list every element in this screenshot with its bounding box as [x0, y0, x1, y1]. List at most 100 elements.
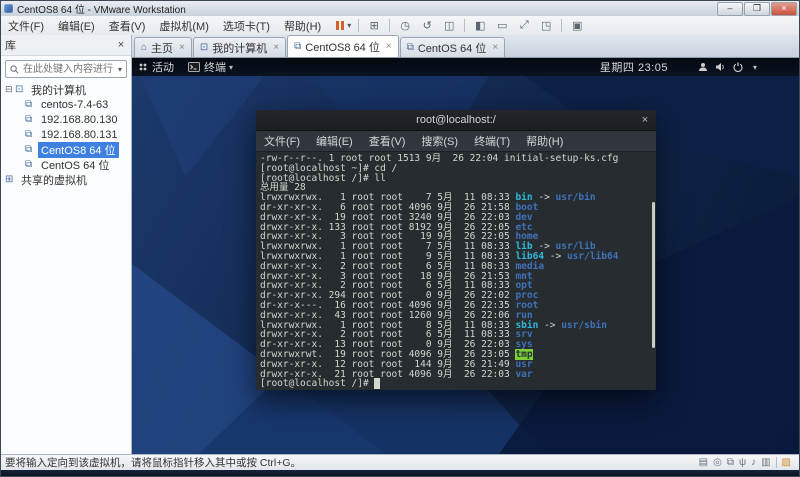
tab-my-computer[interactable]: ⊡ 我的计算机 ×	[192, 37, 287, 57]
expander-icon[interactable]: ⊟	[5, 84, 15, 95]
ctrl-alt-del-icon[interactable]: ⊞	[363, 18, 385, 33]
vm-icon: ⧉	[294, 41, 302, 52]
menu-file[interactable]: 文件(F)	[1, 16, 51, 36]
tab-label: CentOS 64 位	[417, 42, 487, 55]
tree-item-192-168-80-131[interactable]: ⧉ 192.168.80.131	[1, 127, 131, 142]
terminal-window[interactable]: root@localhost:/ × 文件(F) 编辑(E) 查看(V) 搜索(S) 终…	[256, 110, 656, 390]
terminal-close-icon[interactable]: ×	[634, 114, 656, 126]
terminal-line: [root@localhost /]#	[260, 378, 652, 390]
tab-close-icon[interactable]: ×	[386, 41, 392, 52]
terminal-titlebar[interactable]: root@localhost:/ ×	[256, 110, 656, 131]
sound-icon[interactable]: ♪	[751, 457, 756, 468]
terminal-text: [root@localhost /]#	[260, 378, 375, 390]
power-button[interactable]: ▾	[332, 18, 354, 33]
search-dropdown-icon[interactable]: ▾	[116, 65, 124, 74]
window-bottom-edge	[1, 470, 799, 476]
console-view-icon[interactable]: ▣	[566, 18, 588, 33]
window-title: CentOS8 64 位 - VMware Workstation	[17, 5, 186, 16]
minimize-button[interactable]: –	[717, 1, 743, 16]
terminal-menu-edit[interactable]: 编辑(E)	[308, 131, 361, 151]
terminal-menu-file[interactable]: 文件(F)	[256, 131, 308, 151]
menu-view[interactable]: 查看(V)	[102, 16, 153, 36]
show-thumbnails-icon[interactable]: ▭	[491, 18, 513, 33]
tree-item-label: CentOS8 64 位	[38, 141, 119, 158]
unity-icon[interactable]: ◳	[535, 18, 557, 33]
app-menu-label: 终端	[204, 62, 226, 74]
activities-button[interactable]: 活动	[138, 59, 174, 75]
tab-label: 主页	[151, 42, 174, 55]
terminal-text: var	[515, 368, 533, 380]
vmware-app-icon	[4, 4, 13, 13]
tree-item-centos-7-4-63[interactable]: ⧉ centos-7.4-63	[1, 97, 131, 112]
app-toolbar: ▾ ⊞ ◷ ↺ ◫ ◧ ▭ ⤢ ◳ ▣	[332, 18, 588, 33]
menu-vm[interactable]: 虚拟机(M)	[152, 16, 216, 36]
app-menu-terminal[interactable]: 终端 ▾	[188, 59, 233, 75]
tree-item-centos8-64[interactable]: ⧉ CentOS8 64 位	[1, 141, 131, 158]
vm-icon: ⧉	[25, 129, 33, 140]
usb-icon[interactable]: ψ	[739, 457, 746, 468]
volume-icon	[715, 63, 724, 71]
tree-item-label: 192.168.80.130	[41, 113, 118, 126]
hard-disk-icon[interactable]: ▤	[699, 457, 708, 468]
status-caret-icon: ▾	[752, 62, 757, 72]
tab-close-icon[interactable]: ×	[273, 42, 279, 53]
fullscreen-icon[interactable]: ⤢	[513, 18, 535, 33]
tab-home[interactable]: ⌂ 主页 ×	[134, 37, 192, 57]
show-library-icon[interactable]: ◧	[469, 18, 491, 33]
message-alert-icon[interactable]: ▨	[782, 457, 791, 468]
vm-console-screen[interactable]: 活动 终端 ▾ 星期四 23:05 ▾ root@localhost:/ × 文…	[132, 58, 799, 454]
tab-label: CentOS8 64 位	[305, 41, 380, 54]
close-button[interactable]: ×	[771, 1, 797, 16]
tree-item-shared-vms[interactable]: ⊞ 共享的虚拟机	[1, 172, 131, 187]
printer-icon[interactable]: ▥	[761, 457, 770, 468]
vm-icon: ⧉	[25, 159, 33, 170]
terminal-menu-terminal[interactable]: 终端(T)	[466, 131, 518, 151]
revert-snapshot-icon[interactable]: ↺	[416, 18, 438, 33]
terminal-menu-view[interactable]: 查看(V)	[361, 131, 414, 151]
menu-help[interactable]: 帮助(H)	[277, 16, 328, 36]
app-menubar-row: 文件(F) 编辑(E) 查看(V) 虚拟机(M) 选项卡(T) 帮助(H) ▾ ⊞ ◷ ↺ ◫ ◧ ▭…	[1, 16, 799, 36]
tree-item-label: 共享的虚拟机	[21, 174, 87, 187]
toolbar-separator	[358, 19, 360, 32]
tree-item-192-168-80-130[interactable]: ⧉ 192.168.80.130	[1, 112, 131, 127]
tab-close-icon[interactable]: ×	[492, 42, 498, 53]
take-snapshot-icon[interactable]: ◷	[394, 18, 416, 33]
library-tree: ⊟ ⊡ 我的计算机 ⧉ centos-7.4-63 ⧉ 192.168.80.130 ⧉ 192…	[1, 82, 131, 187]
tree-item-label: 192.168.80.131	[41, 128, 118, 141]
menu-tab[interactable]: 选项卡(T)	[216, 16, 277, 36]
tree-item-label: 我的计算机	[31, 84, 86, 97]
tab-close-icon[interactable]: ×	[179, 42, 185, 53]
gnome-top-bar: 活动 终端 ▾ 星期四 23:05 ▾	[132, 58, 799, 76]
status-bar: 要将输入定向到该虚拟机，请将鼠标指针移入其中或按 Ctrl+G。 ▤ ◎ ⧉ ψ ♪ ▥ ▨	[1, 454, 799, 470]
shared-icon: ⊞	[5, 174, 14, 185]
library-close-icon[interactable]: ×	[115, 39, 127, 51]
menu-edit[interactable]: 编辑(E)	[51, 16, 102, 36]
terminal-menu-search[interactable]: 搜索(S)	[413, 131, 466, 151]
library-panel: 库 × ▾ ⊟⊡ 我的计算机 ⧉ centos-7.4-63 ⧉ 192.168.80.1…	[1, 35, 132, 454]
accessibility-user-icon	[698, 63, 707, 71]
tree-item-my-computer[interactable]: ⊟ ⊡ 我的计算机	[1, 82, 131, 97]
tab-centos8-64[interactable]: ⧉ CentOS8 64 位 ×	[287, 35, 399, 57]
terminal-menu-help[interactable]: 帮助(H)	[518, 131, 571, 151]
home-icon: ⌂	[141, 42, 148, 53]
terminal-scrollbar[interactable]	[652, 202, 655, 348]
toolbar-separator	[464, 19, 466, 32]
cd-rom-icon[interactable]: ◎	[713, 457, 722, 468]
library-search[interactable]: ▾	[5, 60, 127, 78]
clock[interactable]: 星期四 23:05	[600, 59, 668, 75]
network-adapter-icon[interactable]: ⧉	[727, 457, 734, 468]
maximize-button[interactable]: ❐	[744, 1, 770, 16]
terminal-output[interactable]: -rw-r--r--. 1 root root 1513 9月 26 22:04…	[256, 152, 656, 390]
tab-centos-64[interactable]: ⧉ CentOS 64 位 ×	[399, 37, 506, 57]
manage-snapshots-icon[interactable]: ◫	[438, 18, 460, 33]
app-menu-caret-icon: ▾	[229, 62, 234, 72]
computer-icon: ⊡	[199, 42, 209, 53]
terminal-line: [root@localhost /]# ll	[260, 173, 652, 184]
terminal-menubar: 文件(F) 编辑(E) 查看(V) 搜索(S) 终端(T) 帮助(H)	[256, 131, 656, 152]
library-search-input[interactable]	[21, 62, 116, 76]
system-status-area[interactable]: ▾	[698, 62, 757, 72]
vm-icon: ⧉	[406, 42, 414, 53]
tree-item-centos-64[interactable]: ⧉ CentOS 64 位	[1, 157, 131, 172]
tree-item-label: CentOS 64 位	[41, 159, 110, 172]
dropdown-caret-icon: ▾	[347, 21, 352, 30]
